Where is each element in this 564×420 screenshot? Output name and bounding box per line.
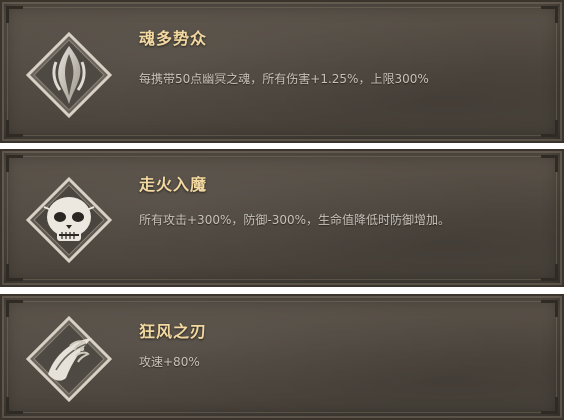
- corner-ornament: [541, 155, 558, 172]
- wind-blade-icon: [26, 316, 112, 402]
- corner-ornament: [6, 6, 23, 23]
- corner-ornament: [541, 300, 558, 317]
- corner-ornament: [6, 397, 23, 414]
- skill-card[interactable]: 走火入魔 所有攻击+300%，防御-300%，生命值降低时防御增加。: [0, 149, 564, 287]
- corner-ornament: [541, 264, 558, 281]
- corner-ornament: [6, 120, 23, 137]
- skill-description: 攻速+80%: [139, 355, 200, 369]
- corner-ornament: [541, 120, 558, 137]
- skill-card[interactable]: 魂多势众 每携带50点幽冥之魂，所有伤害+1.25%，上限300%: [0, 0, 564, 143]
- skill-title: 走火入魔: [139, 175, 208, 194]
- corner-ornament: [6, 300, 23, 317]
- corner-ornament: [6, 264, 23, 281]
- corner-ornament: [541, 6, 558, 23]
- corner-ornament: [541, 397, 558, 414]
- skill-title: 魂多势众: [139, 29, 208, 48]
- corner-ornament: [6, 155, 23, 172]
- skill-card[interactable]: 狂风之刃 攻速+80%: [0, 294, 564, 420]
- skill-description: 每携带50点幽冥之魂，所有伤害+1.25%，上限300%: [139, 72, 429, 86]
- skill-description: 所有攻击+300%，防御-300%，生命值降低时防御增加。: [139, 213, 450, 227]
- skull-mask-icon: [26, 177, 112, 263]
- flame-blade-icon: [26, 32, 112, 118]
- skill-title: 狂风之刃: [139, 322, 208, 341]
